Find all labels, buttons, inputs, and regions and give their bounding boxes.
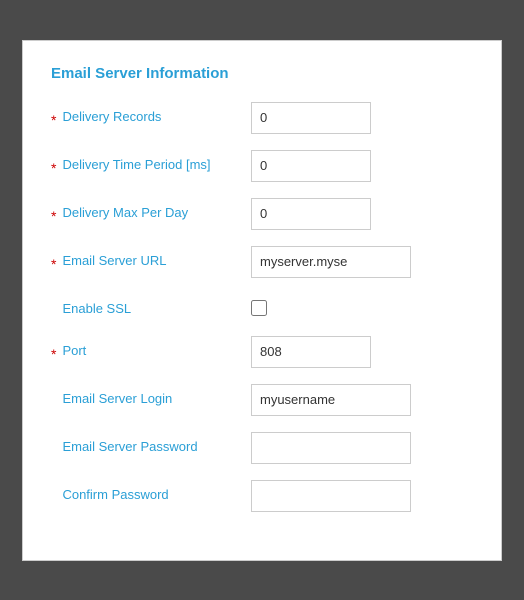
email-server-panel: Email Server Information * Delivery Reco… xyxy=(22,40,502,561)
port-label: Port xyxy=(62,342,86,360)
required-star-delivery-time: * xyxy=(51,160,56,176)
email-server-login-label-col: * Email Server Login xyxy=(51,384,251,410)
confirm-password-label-col: * Confirm Password xyxy=(51,480,251,506)
port-input[interactable] xyxy=(251,336,371,368)
enable-ssl-label: Enable SSL xyxy=(62,300,131,318)
delivery-time-period-row: * Delivery Time Period [ms] xyxy=(51,150,473,182)
confirm-password-input-col xyxy=(251,480,473,512)
delivery-time-period-label: Delivery Time Period [ms] xyxy=(62,156,210,174)
required-star-delivery-max: * xyxy=(51,208,56,224)
delivery-time-period-input-col xyxy=(251,150,473,182)
confirm-password-row: * Confirm Password xyxy=(51,480,473,512)
enable-ssl-input-col xyxy=(251,294,473,319)
email-server-url-row: * Email Server URL xyxy=(51,246,473,278)
panel-title: Email Server Information xyxy=(51,65,473,82)
enable-ssl-label-col: * Enable SSL xyxy=(51,294,251,320)
port-input-col xyxy=(251,336,473,368)
confirm-password-label: Confirm Password xyxy=(62,486,168,504)
email-server-url-input-col xyxy=(251,246,473,278)
delivery-max-row: * Delivery Max Per Day xyxy=(51,198,473,230)
required-star-delivery-records: * xyxy=(51,112,56,128)
port-label-col: * Port xyxy=(51,336,251,362)
email-server-login-row: * Email Server Login xyxy=(51,384,473,416)
required-star-port: * xyxy=(51,346,56,362)
email-server-login-input[interactable] xyxy=(251,384,411,416)
delivery-max-label: Delivery Max Per Day xyxy=(62,204,188,222)
delivery-time-period-input[interactable] xyxy=(251,150,371,182)
email-server-login-input-col xyxy=(251,384,473,416)
email-server-url-label: Email Server URL xyxy=(62,252,166,270)
email-server-password-input[interactable] xyxy=(251,432,411,464)
email-server-password-label: Email Server Password xyxy=(62,438,197,456)
delivery-time-period-label-col: * Delivery Time Period [ms] xyxy=(51,150,251,176)
enable-ssl-checkbox[interactable] xyxy=(251,300,267,316)
delivery-records-label-col: * Delivery Records xyxy=(51,102,251,128)
delivery-records-label: Delivery Records xyxy=(62,108,161,126)
delivery-max-label-col: * Delivery Max Per Day xyxy=(51,198,251,224)
delivery-max-input[interactable] xyxy=(251,198,371,230)
email-server-url-label-col: * Email Server URL xyxy=(51,246,251,272)
email-server-password-label-col: * Email Server Password xyxy=(51,432,251,458)
confirm-password-input[interactable] xyxy=(251,480,411,512)
email-server-password-row: * Email Server Password xyxy=(51,432,473,464)
email-server-password-input-col xyxy=(251,432,473,464)
delivery-max-input-col xyxy=(251,198,473,230)
email-server-login-label: Email Server Login xyxy=(62,390,172,408)
port-row: * Port xyxy=(51,336,473,368)
enable-ssl-row: * Enable SSL xyxy=(51,294,473,320)
required-star-email-server-url: * xyxy=(51,256,56,272)
delivery-records-input-col xyxy=(251,102,473,134)
delivery-records-row: * Delivery Records xyxy=(51,102,473,134)
delivery-records-input[interactable] xyxy=(251,102,371,134)
email-server-url-input[interactable] xyxy=(251,246,411,278)
